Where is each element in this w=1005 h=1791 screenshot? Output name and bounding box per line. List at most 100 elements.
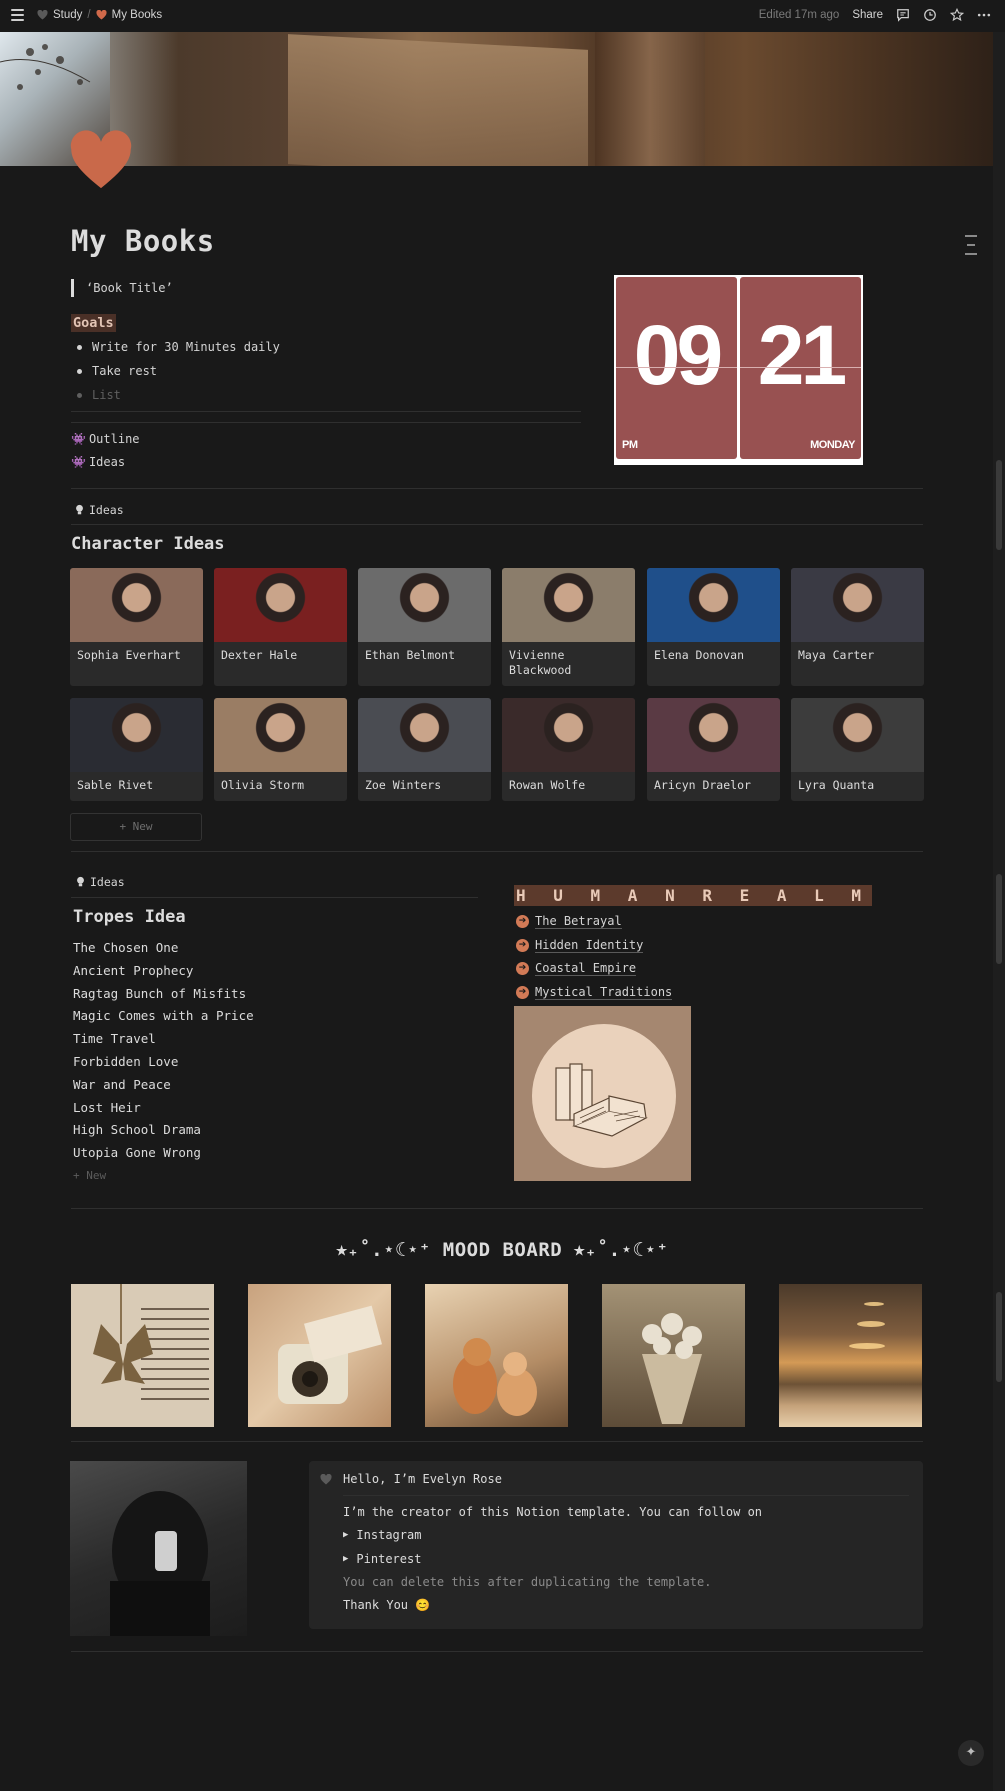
realm-link-label: Hidden Identity: [535, 937, 644, 953]
arrow-right-icon: ➔: [516, 986, 529, 1000]
character-name: Maya Carter: [798, 648, 875, 662]
divider: [71, 524, 923, 525]
more-icon[interactable]: [977, 8, 991, 22]
favorite-star-icon[interactable]: [950, 8, 964, 22]
character-card[interactable]: Dexter Hale: [214, 568, 347, 686]
character-name: Dexter Hale: [221, 648, 298, 662]
character-card[interactable]: Olivia Storm: [214, 698, 347, 801]
goals-list: Write for 30 Minutes daily Take rest Lis…: [76, 337, 280, 409]
black-heart-icon: [37, 10, 48, 20]
instagram-toggle[interactable]: ▶ Instagram: [343, 1528, 421, 1543]
trope-item[interactable]: Time Travel: [73, 1028, 254, 1051]
arrow-right-icon: ➔: [516, 915, 529, 929]
character-card[interactable]: Zoe Winters: [358, 698, 491, 801]
history-icon[interactable]: [923, 8, 937, 22]
clock-ampm: PM: [622, 439, 638, 451]
top-bar: Study / My Books Edited 17m ago Share: [0, 0, 1005, 32]
character-card[interactable]: Aricyn Draelor: [647, 698, 780, 801]
trope-item[interactable]: War and Peace: [73, 1074, 254, 1097]
realm-link[interactable]: ➔ The Betrayal: [516, 910, 672, 934]
tropes-ideas-tag[interactable]: Ideas: [76, 875, 125, 889]
character-portrait: [70, 568, 203, 642]
scroll-mark: [996, 874, 1002, 964]
character-portrait: [358, 568, 491, 642]
goal-item[interactable]: Take rest: [76, 361, 280, 385]
trope-item[interactable]: Magic Comes with a Price: [73, 1005, 254, 1028]
mood-image-ocean[interactable]: [779, 1284, 922, 1427]
realm-link[interactable]: ➔ Mystical Traditions: [516, 981, 673, 1005]
realm-title: H U M A N R E A L M: [516, 886, 871, 905]
book-title-quote[interactable]: ‘Book Title’: [71, 279, 173, 297]
invader-icon: 👾: [71, 432, 86, 446]
character-card[interactable]: Elena Donovan: [647, 568, 780, 686]
character-name: Elena Donovan: [654, 648, 745, 662]
character-portrait: [358, 698, 491, 772]
new-card-button[interactable]: + New: [70, 813, 202, 841]
clock-hour-card: 09 PM: [616, 277, 737, 459]
mood-image-bouquet[interactable]: [602, 1284, 745, 1427]
page-heart-icon[interactable]: [70, 130, 132, 192]
character-card[interactable]: Vivienne Blackwood: [502, 568, 635, 686]
trope-item[interactable]: Utopia Gone Wrong: [73, 1142, 254, 1165]
character-card[interactable]: Rowan Wolfe: [502, 698, 635, 801]
tag-label: Ideas: [89, 503, 124, 517]
mood-image-book-butterfly[interactable]: [71, 1284, 214, 1427]
character-card[interactable]: Ethan Belmont: [358, 568, 491, 686]
page-title[interactable]: My Books: [71, 224, 215, 258]
realm-link[interactable]: ➔ Coastal Empire: [516, 957, 672, 981]
pinterest-toggle[interactable]: ▶ Pinterest: [343, 1552, 421, 1567]
trope-item[interactable]: High School Drama: [73, 1119, 254, 1142]
divider: [71, 1651, 923, 1652]
character-name: Sophia Everhart: [77, 648, 181, 662]
trope-item[interactable]: Forbidden Love: [73, 1051, 254, 1074]
character-card[interactable]: Lyra Quanta: [791, 698, 924, 801]
character-ideas-tag[interactable]: Ideas: [75, 503, 124, 517]
clock-minute: 21: [757, 308, 847, 402]
sidebar-menu-icon[interactable]: [11, 9, 24, 21]
breadcrumb-study[interactable]: Study: [53, 9, 82, 21]
trope-item[interactable]: Ragtag Bunch of Misfits: [73, 983, 254, 1006]
outline-link[interactable]: 👾 Outline: [71, 432, 140, 446]
character-card[interactable]: Sophia Everhart: [70, 568, 203, 686]
clock-hour: 09: [633, 308, 723, 402]
cover-pillar: [595, 32, 705, 166]
trope-item[interactable]: Lost Heir: [73, 1097, 254, 1120]
comments-icon[interactable]: [896, 8, 910, 22]
character-name: Sable Rivet: [77, 778, 154, 792]
character-name: Ethan Belmont: [365, 648, 456, 662]
ai-sparkle-button[interactable]: ✦: [958, 1740, 984, 1766]
cover-image[interactable]: [0, 32, 993, 166]
trope-item[interactable]: The Chosen One: [73, 937, 254, 960]
divider: [71, 1208, 923, 1209]
divider: [71, 897, 478, 898]
arrow-right-icon: ➔: [516, 962, 529, 976]
character-card[interactable]: Maya Carter: [791, 568, 924, 686]
realm-link[interactable]: ➔ Hidden Identity: [516, 934, 672, 958]
character-name: Rowan Wolfe: [509, 778, 586, 792]
callout-intro: I’m the creator of this Notion template.…: [343, 1505, 763, 1519]
creator-callout: Hello, I’m Evelyn Rose I’m the creator o…: [309, 1461, 923, 1629]
trope-item[interactable]: Ancient Prophecy: [73, 960, 254, 983]
goal-item[interactable]: Write for 30 Minutes daily: [76, 337, 280, 361]
orange-heart-icon: [96, 10, 107, 20]
edited-timestamp: Edited 17m ago: [758, 9, 840, 21]
scroll-mark: [996, 460, 1002, 550]
ideas-link[interactable]: 👾 Ideas: [71, 455, 125, 469]
table-of-contents-icon[interactable]: [965, 235, 977, 262]
breadcrumb-my-books[interactable]: My Books: [112, 9, 163, 21]
share-button[interactable]: Share: [852, 9, 883, 21]
breadcrumb-separator: /: [87, 9, 91, 21]
ideas-link-label: Ideas: [88, 455, 126, 469]
flip-clock-widget: 09 PM 21 MONDAY: [614, 275, 863, 465]
character-card[interactable]: Sable Rivet: [70, 698, 203, 801]
mood-image-cats[interactable]: [425, 1284, 568, 1427]
scrollbar[interactable]: [993, 32, 1005, 1791]
lightbulb-icon: [77, 876, 84, 887]
character-ideas-heading: Character Ideas: [71, 534, 225, 554]
goal-placeholder[interactable]: List: [76, 385, 280, 409]
realm-link-label: Coastal Empire: [535, 961, 637, 977]
mood-image-camera[interactable]: [248, 1284, 391, 1427]
toggle-label: Instagram: [356, 1528, 422, 1542]
black-heart-icon: [320, 1474, 332, 1485]
new-trope-button[interactable]: + New: [73, 1165, 254, 1188]
